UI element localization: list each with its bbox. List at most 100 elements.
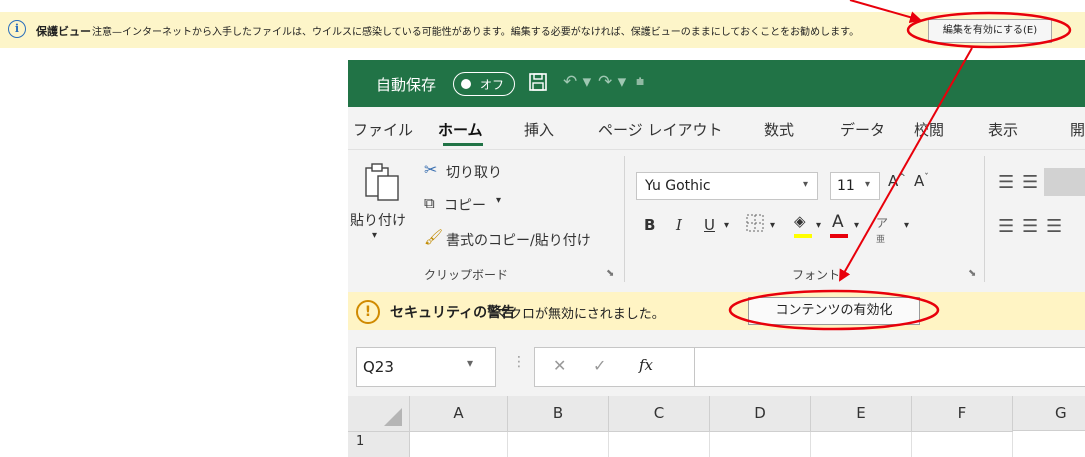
grow-font-icon[interactable]: A^ [888,172,906,190]
active-tab-underline [443,143,483,146]
info-icon: i [8,20,26,38]
column-header-d[interactable]: D [710,396,811,432]
paste-label[interactable]: 貼り付け [350,210,406,230]
italic-button[interactable]: I [676,216,682,234]
enable-editing-button[interactable]: 編集を有効にする(E) [928,19,1052,43]
font-color-swatch [830,234,848,238]
clipboard-group-label: クリップボード [424,268,509,282]
tab-page-layout[interactable]: ページ レイアウト [598,119,722,140]
tab-review[interactable]: 校閲 [914,119,944,140]
cell-b1[interactable] [508,432,609,457]
border-dropdown-icon[interactable]: ▾ [770,220,775,231]
excel-window: 自動保存 オフ ↶ ▾ ↷ ▾ ⩧ ファイル ホーム 挿入 ページ レイアウト … [348,60,1085,457]
ribbon: 貼り付け ▾ ✂ 切り取り ⧉ コピー ▾ 🖌 書式のコピー/貼り付け クリップ… [348,149,1085,293]
tab-view[interactable]: 表示 [988,119,1018,140]
font-group-label: フォント [792,268,841,282]
protected-view-title: 保護ビュー [36,25,91,38]
cut-label[interactable]: 切り取り [446,162,502,182]
clipboard-launcher-icon[interactable]: ⬊ [606,268,614,279]
cell-g1[interactable] [1013,432,1085,457]
font-dropdown-icon[interactable]: ▾ [803,179,808,190]
font-color-icon[interactable]: A [832,212,844,232]
shrink-font-icon[interactable]: Aˇ [914,172,929,190]
tab-file[interactable]: ファイル [353,119,413,140]
copy-dropdown-icon[interactable]: ▾ [496,195,501,206]
phonetic-icon[interactable]: ア亜 [876,214,888,245]
worksheet-grid: A B C D E F G 1 [348,396,1085,457]
copy-label[interactable]: コピー [444,195,486,215]
align-center-icon[interactable]: ☰ [1022,216,1038,237]
formula-bar-grip-icon: ⋮ [512,354,526,370]
tab-home[interactable]: ホーム [438,119,483,140]
tab-data[interactable]: データ [840,119,885,140]
fill-color-swatch [794,234,812,238]
cell-a1[interactable] [410,432,508,457]
column-header-a[interactable]: A [410,396,508,432]
security-warning-bar: ! セキュリティの警告 マクロが無効にされました。 コンテンツの有効化 [348,292,1085,331]
tab-more[interactable]: 開 [1070,119,1085,140]
autosave-toggle[interactable]: オフ [453,72,515,96]
insert-function-icon[interactable]: fx [639,356,653,374]
underline-button[interactable]: U [704,216,715,234]
column-header-f[interactable]: F [912,396,1013,432]
cell-f1[interactable] [912,432,1013,457]
scissors-icon[interactable]: ✂ [424,160,437,179]
redo-icon[interactable]: ↷ ▾ [598,72,626,92]
format-painter-icon[interactable]: 🖌 [424,228,443,246]
font-name-box[interactable]: Yu Gothic ▾ [636,172,818,200]
align-right-icon[interactable]: ☰ [1046,216,1062,237]
border-icon[interactable] [746,214,764,236]
font-size-value: 11 [837,178,855,194]
shrink-font-glyph: A [914,172,925,190]
cancel-icon[interactable]: ✕ [553,356,566,375]
enter-icon[interactable]: ✓ [593,356,606,375]
align-bottom-selected[interactable] [1044,168,1085,196]
phonetic-dropdown-icon[interactable]: ▾ [904,220,909,231]
ribbon-tabs: ファイル ホーム 挿入 ページ レイアウト 数式 データ 校閲 表示 開 [348,107,1085,149]
cell-e1[interactable] [811,432,912,457]
fill-dropdown-icon[interactable]: ▾ [816,220,821,231]
qat-customize-icon[interactable]: ⩧ [636,74,644,90]
paste-icon[interactable] [362,162,402,208]
group-separator [984,156,985,282]
formula-input[interactable] [694,347,1085,387]
autosave-label: 自動保存 [376,76,437,94]
warning-icon: ! [356,300,380,324]
font-size-box[interactable]: 11 ▾ [830,172,880,200]
group-separator [624,156,625,282]
paste-dropdown-icon[interactable]: ▾ [372,230,377,241]
column-header-c[interactable]: C [609,396,710,432]
copy-icon[interactable]: ⧉ [424,194,435,212]
name-box-dropdown-icon[interactable]: ▾ [467,356,473,370]
toggle-knob [461,79,471,89]
title-bar: 自動保存 オフ ↶ ▾ ↷ ▾ ⩧ [348,60,1085,107]
grow-font-glyph: A [888,172,899,190]
column-header-g[interactable]: G [1013,396,1085,431]
tab-insert[interactable]: 挿入 [524,119,554,140]
fill-color-icon[interactable]: ◈ [794,212,806,230]
row-header-1-label: 1 [356,434,365,449]
formula-bar: Q23 ▾ ⋮ ✕ ✓ fx [348,330,1085,396]
column-header-e[interactable]: E [811,396,912,432]
align-top-icon[interactable]: ☰ [998,172,1014,193]
font-launcher-icon[interactable]: ⬊ [968,268,976,279]
enable-content-button[interactable]: コンテンツの有効化 [748,297,920,325]
cell-c1[interactable] [609,432,710,457]
align-middle-icon[interactable]: ☰ [1022,172,1038,193]
tab-formulas[interactable]: 数式 [764,119,794,140]
align-left-icon[interactable]: ☰ [998,216,1014,237]
undo-icon[interactable]: ↶ ▾ [563,72,591,92]
cell-d1[interactable] [710,432,811,457]
security-warning-message: マクロが無効にされました。 [496,307,665,322]
autosave-state: オフ [480,78,505,92]
underline-dropdown-icon[interactable]: ▾ [724,220,729,231]
font-color-dropdown-icon[interactable]: ▾ [854,220,859,231]
row-header-1[interactable]: 1 [348,432,410,457]
select-all-corner[interactable] [348,396,410,432]
format-painter-label[interactable]: 書式のコピー/貼り付け [446,230,591,250]
save-icon[interactable] [528,72,548,97]
column-header-b[interactable]: B [508,396,609,432]
size-dropdown-icon[interactable]: ▾ [865,179,870,190]
bold-button[interactable]: B [644,216,655,234]
name-box[interactable]: Q23 ▾ [356,347,496,387]
